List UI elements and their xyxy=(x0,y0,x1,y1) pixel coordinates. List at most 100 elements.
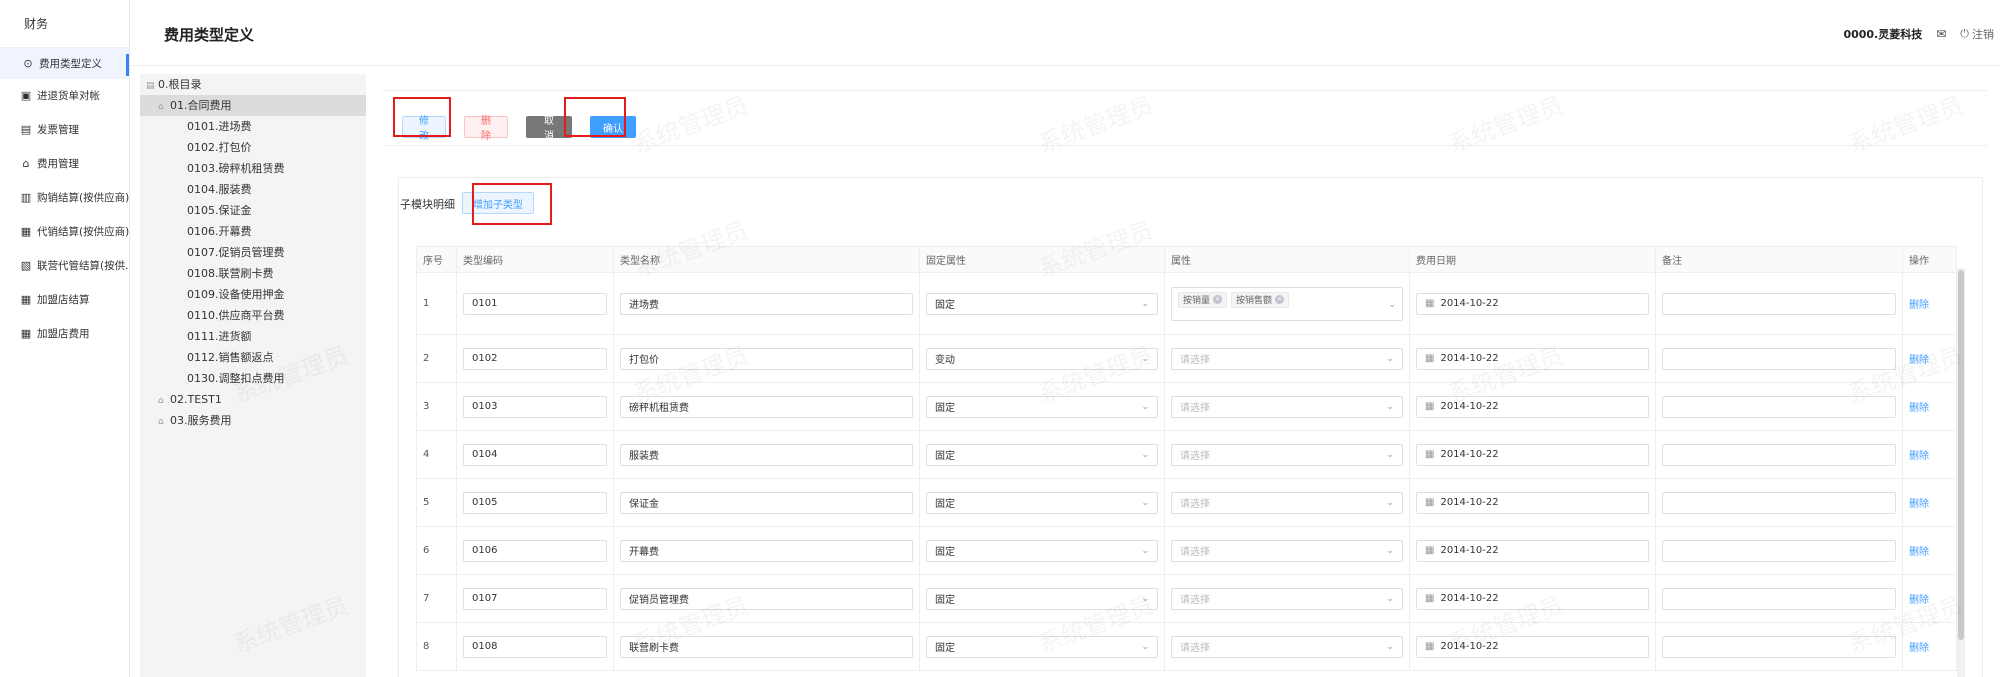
attr-select[interactable]: 请选择 ⌄ xyxy=(1171,395,1403,418)
fixed-select[interactable]: 固定 ⌄ xyxy=(926,539,1158,562)
tree-node[interactable]: ⌂ 01.合同费用 xyxy=(140,95,366,116)
code-input[interactable]: 0106 xyxy=(463,539,607,562)
nav-title: 财务 xyxy=(0,0,129,48)
close-icon[interactable]: × xyxy=(1213,295,1223,304)
attr-select-placeholder: 请选择 xyxy=(1180,355,1210,366)
row-delete-link[interactable]: 删除 xyxy=(1909,403,1929,414)
attr-select[interactable]: 请选择 ⌄ xyxy=(1171,539,1403,562)
name-cell: 开幕费 xyxy=(613,526,920,575)
date-picker[interactable]: ▦ 2014-10-22 xyxy=(1416,443,1649,466)
date-picker[interactable]: ▦ 2014-10-22 xyxy=(1416,635,1649,658)
delete-button[interactable]: 删除 xyxy=(464,116,508,142)
row-number: 3 xyxy=(416,382,457,431)
remark-input[interactable] xyxy=(1662,587,1896,610)
tree-node[interactable]: ⌂ 03.服务费用 xyxy=(140,410,366,431)
scrollbar-thumb[interactable] xyxy=(1958,270,1964,640)
nav-item-5[interactable]: ▦ 代销结算(按供应商) xyxy=(0,215,129,249)
date-picker[interactable]: ▦ 2014-10-22 xyxy=(1416,347,1649,370)
fixed-select[interactable]: 固定 ⌄ xyxy=(926,292,1158,315)
attr-select[interactable]: 请选择 ⌄ xyxy=(1171,491,1403,514)
tree-node[interactable]: 0110.供应商平台费 xyxy=(140,305,366,326)
row-delete-link[interactable]: 删除 xyxy=(1909,547,1929,558)
tree-node[interactable]: 0102.打包价 xyxy=(140,137,366,158)
calendar-icon: ▦ xyxy=(1425,641,1435,652)
tree-node[interactable]: 0101.进场费 xyxy=(140,116,366,137)
remark-input[interactable] xyxy=(1662,539,1896,562)
remark-input[interactable] xyxy=(1662,347,1896,370)
remark-input[interactable] xyxy=(1662,491,1896,514)
tree-node[interactable]: 0103.磅秤机租赁费 xyxy=(140,158,366,179)
mail-icon[interactable]: ✉ xyxy=(1936,27,1946,41)
code-input[interactable]: 0103 xyxy=(463,395,607,418)
date-picker[interactable]: ▦ 2014-10-22 xyxy=(1416,587,1649,610)
tree-node[interactable]: 0112.销售额返点 xyxy=(140,347,366,368)
tree-node[interactable]: 0109.设备使用押金 xyxy=(140,284,366,305)
row-delete-link[interactable]: 删除 xyxy=(1909,355,1929,366)
name-input[interactable]: 进场费 xyxy=(620,292,913,315)
date-picker[interactable]: ▦ 2014-10-22 xyxy=(1416,491,1649,514)
nav-item-3[interactable]: ⌂ 费用管理 xyxy=(0,147,129,181)
nav-item-7[interactable]: ▦ 加盟店结算 xyxy=(0,283,129,317)
date-picker[interactable]: ▦ 2014-10-22 xyxy=(1416,539,1649,562)
row-delete-link[interactable]: 删除 xyxy=(1909,499,1929,510)
fixed-select[interactable]: 固定 ⌄ xyxy=(926,443,1158,466)
tree-node[interactable]: 0107.促销员管理费 xyxy=(140,242,366,263)
tree-node[interactable]: 0104.服装费 xyxy=(140,179,366,200)
fixed-select[interactable]: 固定 ⌄ xyxy=(926,491,1158,514)
tree-node[interactable]: 0108.联营刷卡费 xyxy=(140,263,366,284)
attr-select[interactable]: 请选择 ⌄ xyxy=(1171,443,1403,466)
code-input[interactable]: 0104 xyxy=(463,443,607,466)
name-input[interactable]: 打包价 xyxy=(620,347,913,370)
row-delete-link[interactable]: 删除 xyxy=(1909,595,1929,606)
tree-node[interactable]: 0105.保证金 xyxy=(140,200,366,221)
code-input[interactable]: 0102 xyxy=(463,347,607,370)
name-input[interactable]: 磅秤机租赁费 xyxy=(620,395,913,418)
code-input[interactable]: 0107 xyxy=(463,587,607,610)
name-cell: 打包价 xyxy=(613,334,920,383)
nav-item-4[interactable]: ▥ 购销结算(按供应商) xyxy=(0,181,129,215)
code-input[interactable]: 0105 xyxy=(463,491,607,514)
table-scrollbar[interactable] xyxy=(1957,268,1965,677)
fixed-select[interactable]: 变动 ⌄ xyxy=(926,347,1158,370)
fixed-select-value: 固定 xyxy=(935,451,955,462)
fixed-select[interactable]: 固定 ⌄ xyxy=(926,395,1158,418)
name-input[interactable]: 保证金 xyxy=(620,491,913,514)
calendar-icon: ▦ xyxy=(1425,449,1435,460)
nav-item-6[interactable]: ▧ 联营代管结算(按供... xyxy=(0,249,129,283)
row-delete-link[interactable]: 删除 xyxy=(1909,643,1929,654)
row-delete-link[interactable]: 删除 xyxy=(1909,451,1929,462)
date-picker[interactable]: ▦ 2014-10-22 xyxy=(1416,292,1649,315)
nav-item-1[interactable]: ▣ 进退货单对帐 xyxy=(0,79,129,113)
date-picker[interactable]: ▦ 2014-10-22 xyxy=(1416,395,1649,418)
logout-button[interactable]: ⏻ 注销 xyxy=(1960,26,1994,42)
code-input[interactable]: 0101 xyxy=(463,292,607,315)
code-cell: 0105 xyxy=(456,478,614,527)
name-input[interactable]: 开幕费 xyxy=(620,539,913,562)
attr-multiselect[interactable]: 按销量 × 按销售额 × ⌄ xyxy=(1171,286,1403,321)
tree-node[interactable]: 0130.调整扣点费用 xyxy=(140,368,366,389)
nav-item-0[interactable]: ⊙ 费用类型定义 xyxy=(0,48,129,79)
tree-node[interactable]: ⌂ 02.TEST1 xyxy=(140,389,366,410)
tree-node[interactable]: 0111.进货额 xyxy=(140,326,366,347)
name-input[interactable]: 服装费 xyxy=(620,443,913,466)
close-icon[interactable]: × xyxy=(1275,295,1285,304)
fixed-select[interactable]: 固定 ⌄ xyxy=(926,635,1158,658)
nav-item-2[interactable]: ▤ 发票管理 xyxy=(0,113,129,147)
tree-node[interactable]: 0106.开幕费 xyxy=(140,221,366,242)
row-delete-link[interactable]: 删除 xyxy=(1909,300,1929,311)
attr-select[interactable]: 请选择 ⌄ xyxy=(1171,635,1403,658)
home-icon: ⌂ xyxy=(158,396,164,406)
name-input[interactable]: 促销员管理费 xyxy=(620,587,913,610)
remark-input[interactable] xyxy=(1662,635,1896,658)
attr-select[interactable]: 请选择 ⌄ xyxy=(1171,347,1403,370)
name-input[interactable]: 联营刷卡费 xyxy=(620,635,913,658)
remark-input[interactable] xyxy=(1662,395,1896,418)
remark-input[interactable] xyxy=(1662,443,1896,466)
nav-item-8[interactable]: ▦ 加盟店费用 xyxy=(0,317,129,351)
code-input[interactable]: 0108 xyxy=(463,635,607,658)
remark-input[interactable] xyxy=(1662,292,1896,315)
attr-select[interactable]: 请选择 ⌄ xyxy=(1171,587,1403,610)
tree-node[interactable]: ▤ 0.根目录 xyxy=(140,74,366,95)
fixed-select[interactable]: 固定 ⌄ xyxy=(926,587,1158,610)
fixed-select-value: 固定 xyxy=(935,595,955,606)
